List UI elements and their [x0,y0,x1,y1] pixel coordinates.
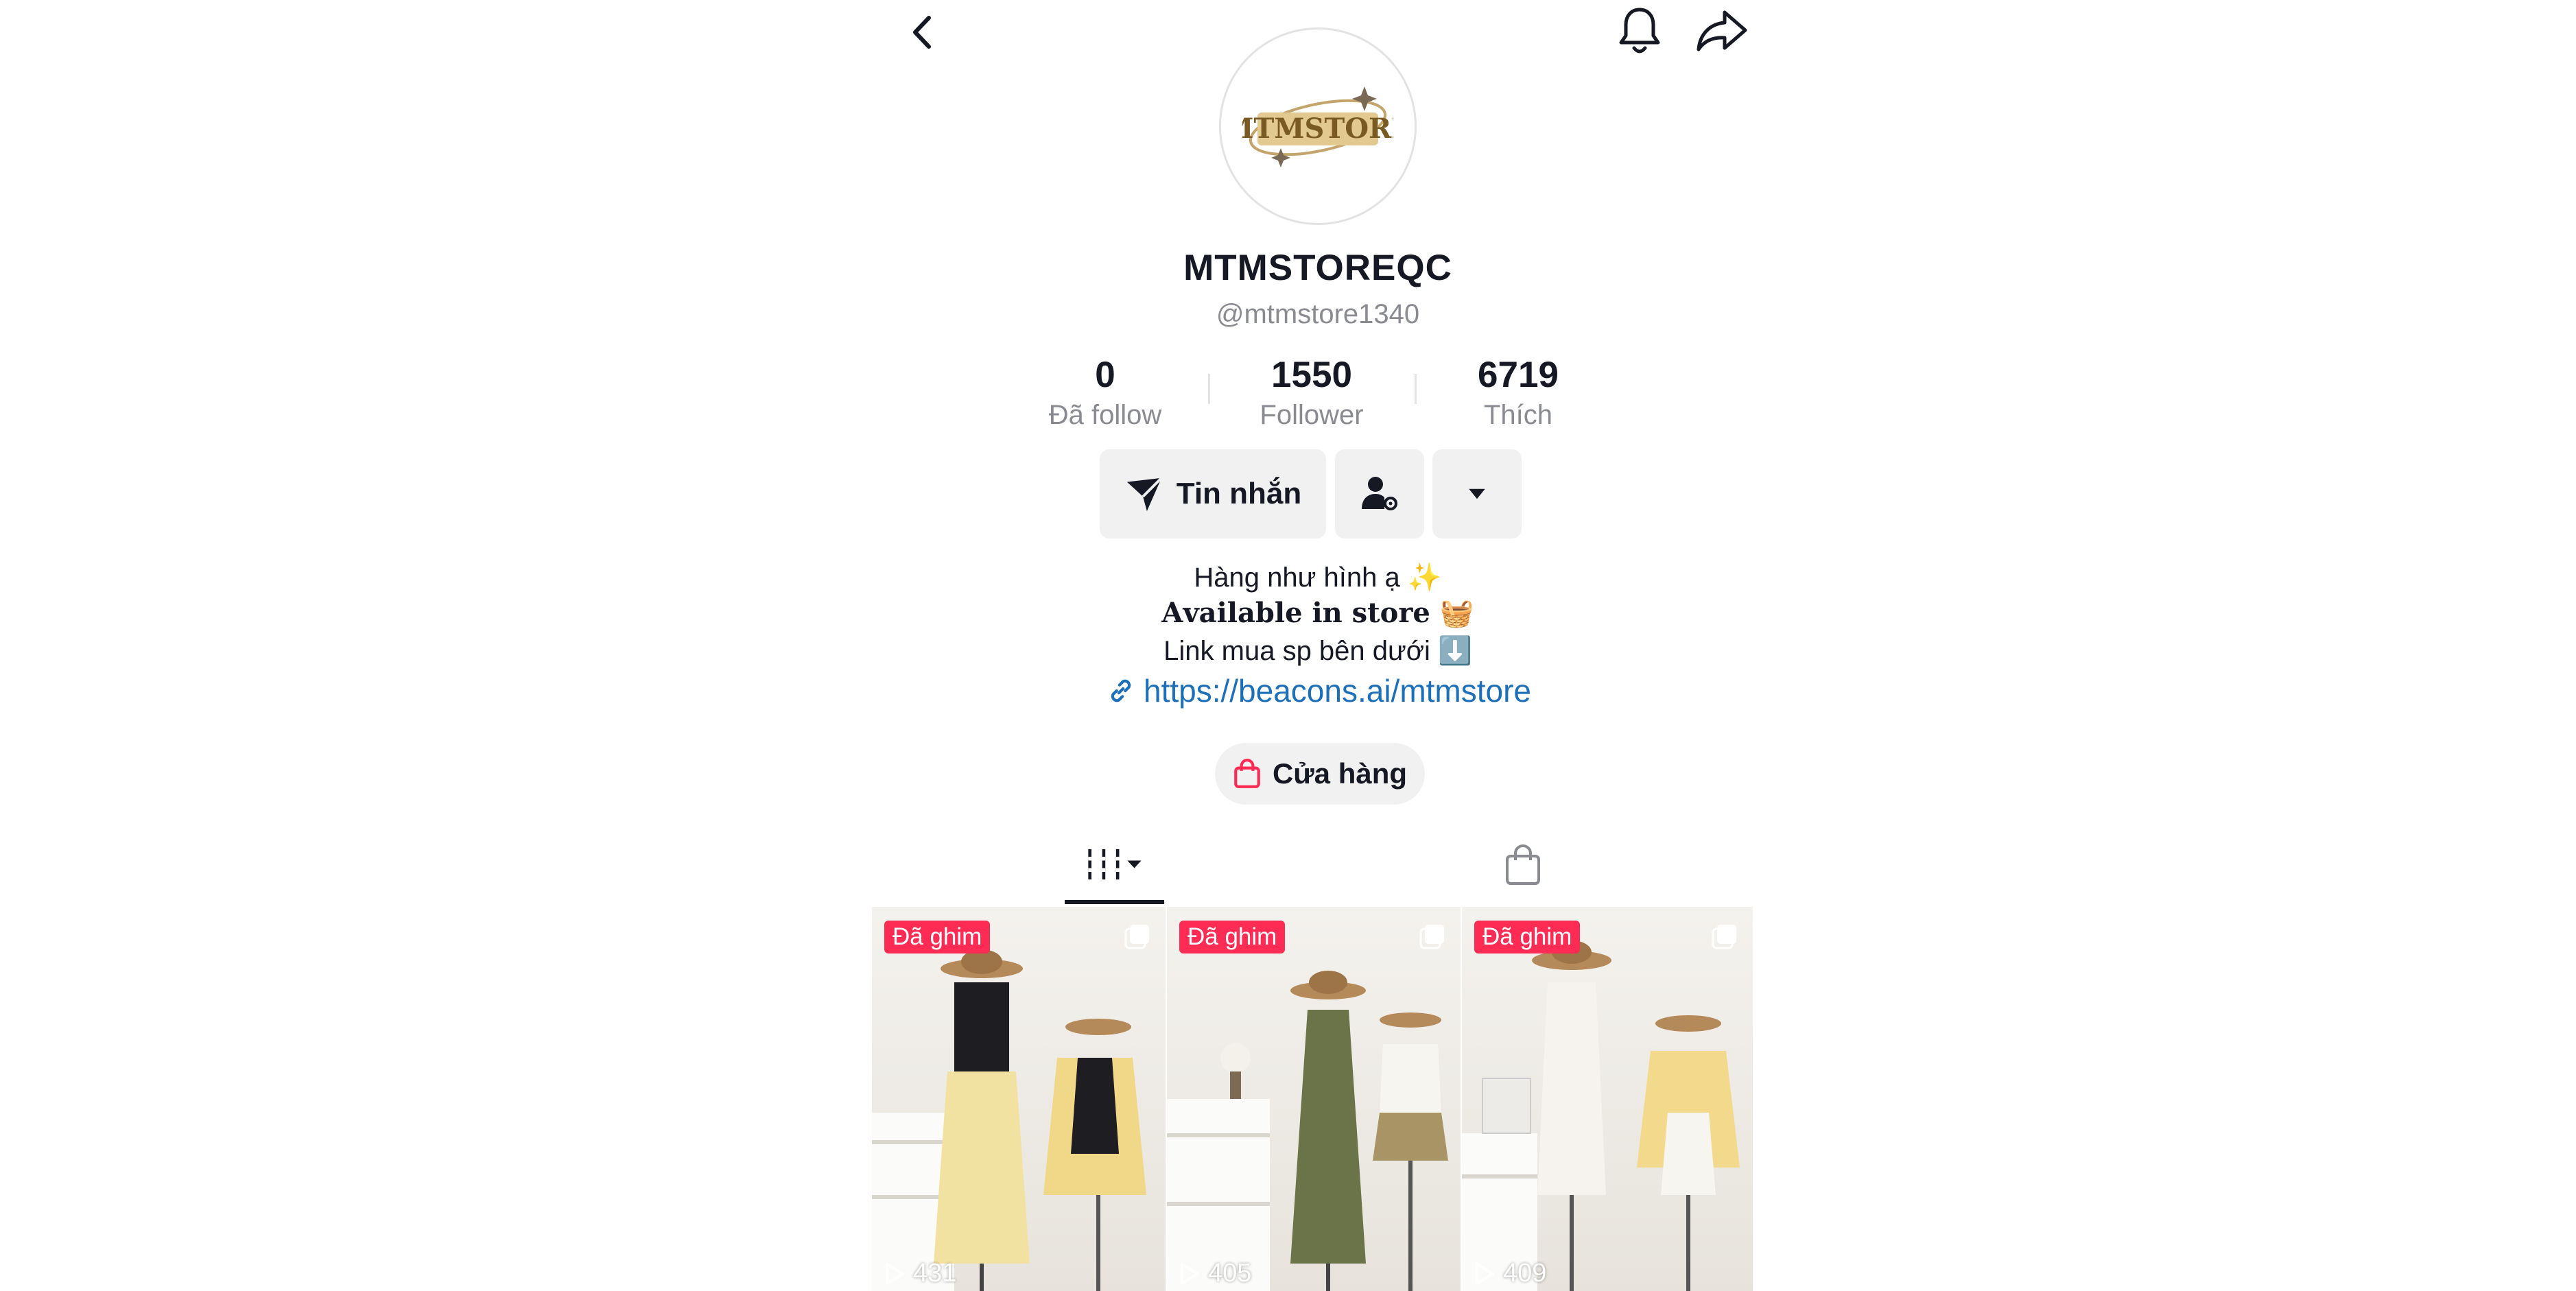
view-count: 409 [1474,1259,1546,1288]
user-settings-button[interactable] [1335,449,1424,538]
view-count: 431 [884,1259,956,1288]
active-tab-indicator [1065,900,1164,904]
following-label: Đã follow [1048,400,1162,430]
outfit-photo [872,949,1146,1291]
followers-count: 1550 [1271,355,1352,395]
outfit-photo [1167,971,1448,1291]
bio-line-1: Hàng như hình ạ ✨ [1194,562,1442,593]
message-button-label: Tin nhắn [1176,477,1302,510]
view-count: 405 [1179,1259,1251,1288]
shopping-bag-icon [1234,759,1260,788]
shop-button[interactable]: Cửa hàng [1215,743,1425,805]
likes-count: 6719 [1478,355,1559,395]
svg-text:MTMSTORE: MTMSTORE [1242,112,1393,145]
link-icon [1111,679,1131,702]
back-icon[interactable] [906,8,938,56]
tab-videos[interactable] [1065,831,1164,897]
likes-label: Thích [1483,400,1553,430]
pinned-badge: Đã ghim [1474,921,1581,954]
bell-icon[interactable] [1616,4,1664,58]
view-count-value: 409 [1503,1259,1547,1288]
outfit-photo [1462,940,1740,1291]
bio-link-text: https://beacons.ai/mtmstore [1143,673,1532,709]
play-icon [1476,1262,1494,1285]
stat-following[interactable]: 0 Đã follow [1002,357,1208,431]
tab-shop[interactable] [1482,831,1564,897]
multi-photo-icon [1712,925,1736,949]
send-icon [1126,477,1163,512]
pinned-badge: Đã ghim [1179,921,1286,954]
followers-label: Follower [1260,400,1364,430]
grid-videos-icon [1087,849,1142,880]
display-name: MTMSTOREQC [1183,248,1452,288]
caret-down-icon [1469,488,1485,499]
view-count-value: 431 [913,1259,957,1288]
bio-link[interactable]: https://beacons.ai/mtmstore [1091,672,1547,709]
view-count-value: 405 [1208,1259,1252,1288]
video-thumbnail[interactable]: Đã ghim 405 [1167,907,1461,1291]
multi-photo-icon [1419,925,1444,949]
bio-line-3: Link mua sp bên dưới ⬇️ [1163,636,1472,666]
user-settings-icon [1362,477,1397,510]
pinned-badge: Đã ghim [884,921,991,954]
multi-photo-icon [1124,925,1149,949]
video-thumbnail[interactable]: Đã ghim 409 [1462,907,1753,1291]
stat-followers[interactable]: 1550 Follower [1209,357,1415,431]
avatar[interactable]: MTMSTORE [1219,27,1417,225]
shop-button-label: Cửa hàng [1272,757,1408,790]
play-icon [886,1262,904,1285]
store-logo: MTMSTORE [1242,86,1393,167]
play-icon [1181,1262,1199,1285]
message-button[interactable]: Tin nhắn [1100,449,1326,538]
username-handle: @mtmstore1340 [1216,299,1420,329]
stat-likes[interactable]: 6719 Thích [1415,357,1621,431]
shop-tab-icon [1506,844,1540,885]
share-icon[interactable] [1694,7,1749,55]
video-thumbnail[interactable]: Đã ghim 431 [872,907,1166,1291]
more-options-button[interactable] [1432,449,1522,538]
bio-line-2: 𝐀𝐯𝐚𝐢𝐥𝐚𝐛𝐥𝐞 𝐢𝐧 𝐬𝐭𝐨𝐫𝐞 🧺 [1161,597,1474,629]
following-count: 0 [1095,355,1115,395]
